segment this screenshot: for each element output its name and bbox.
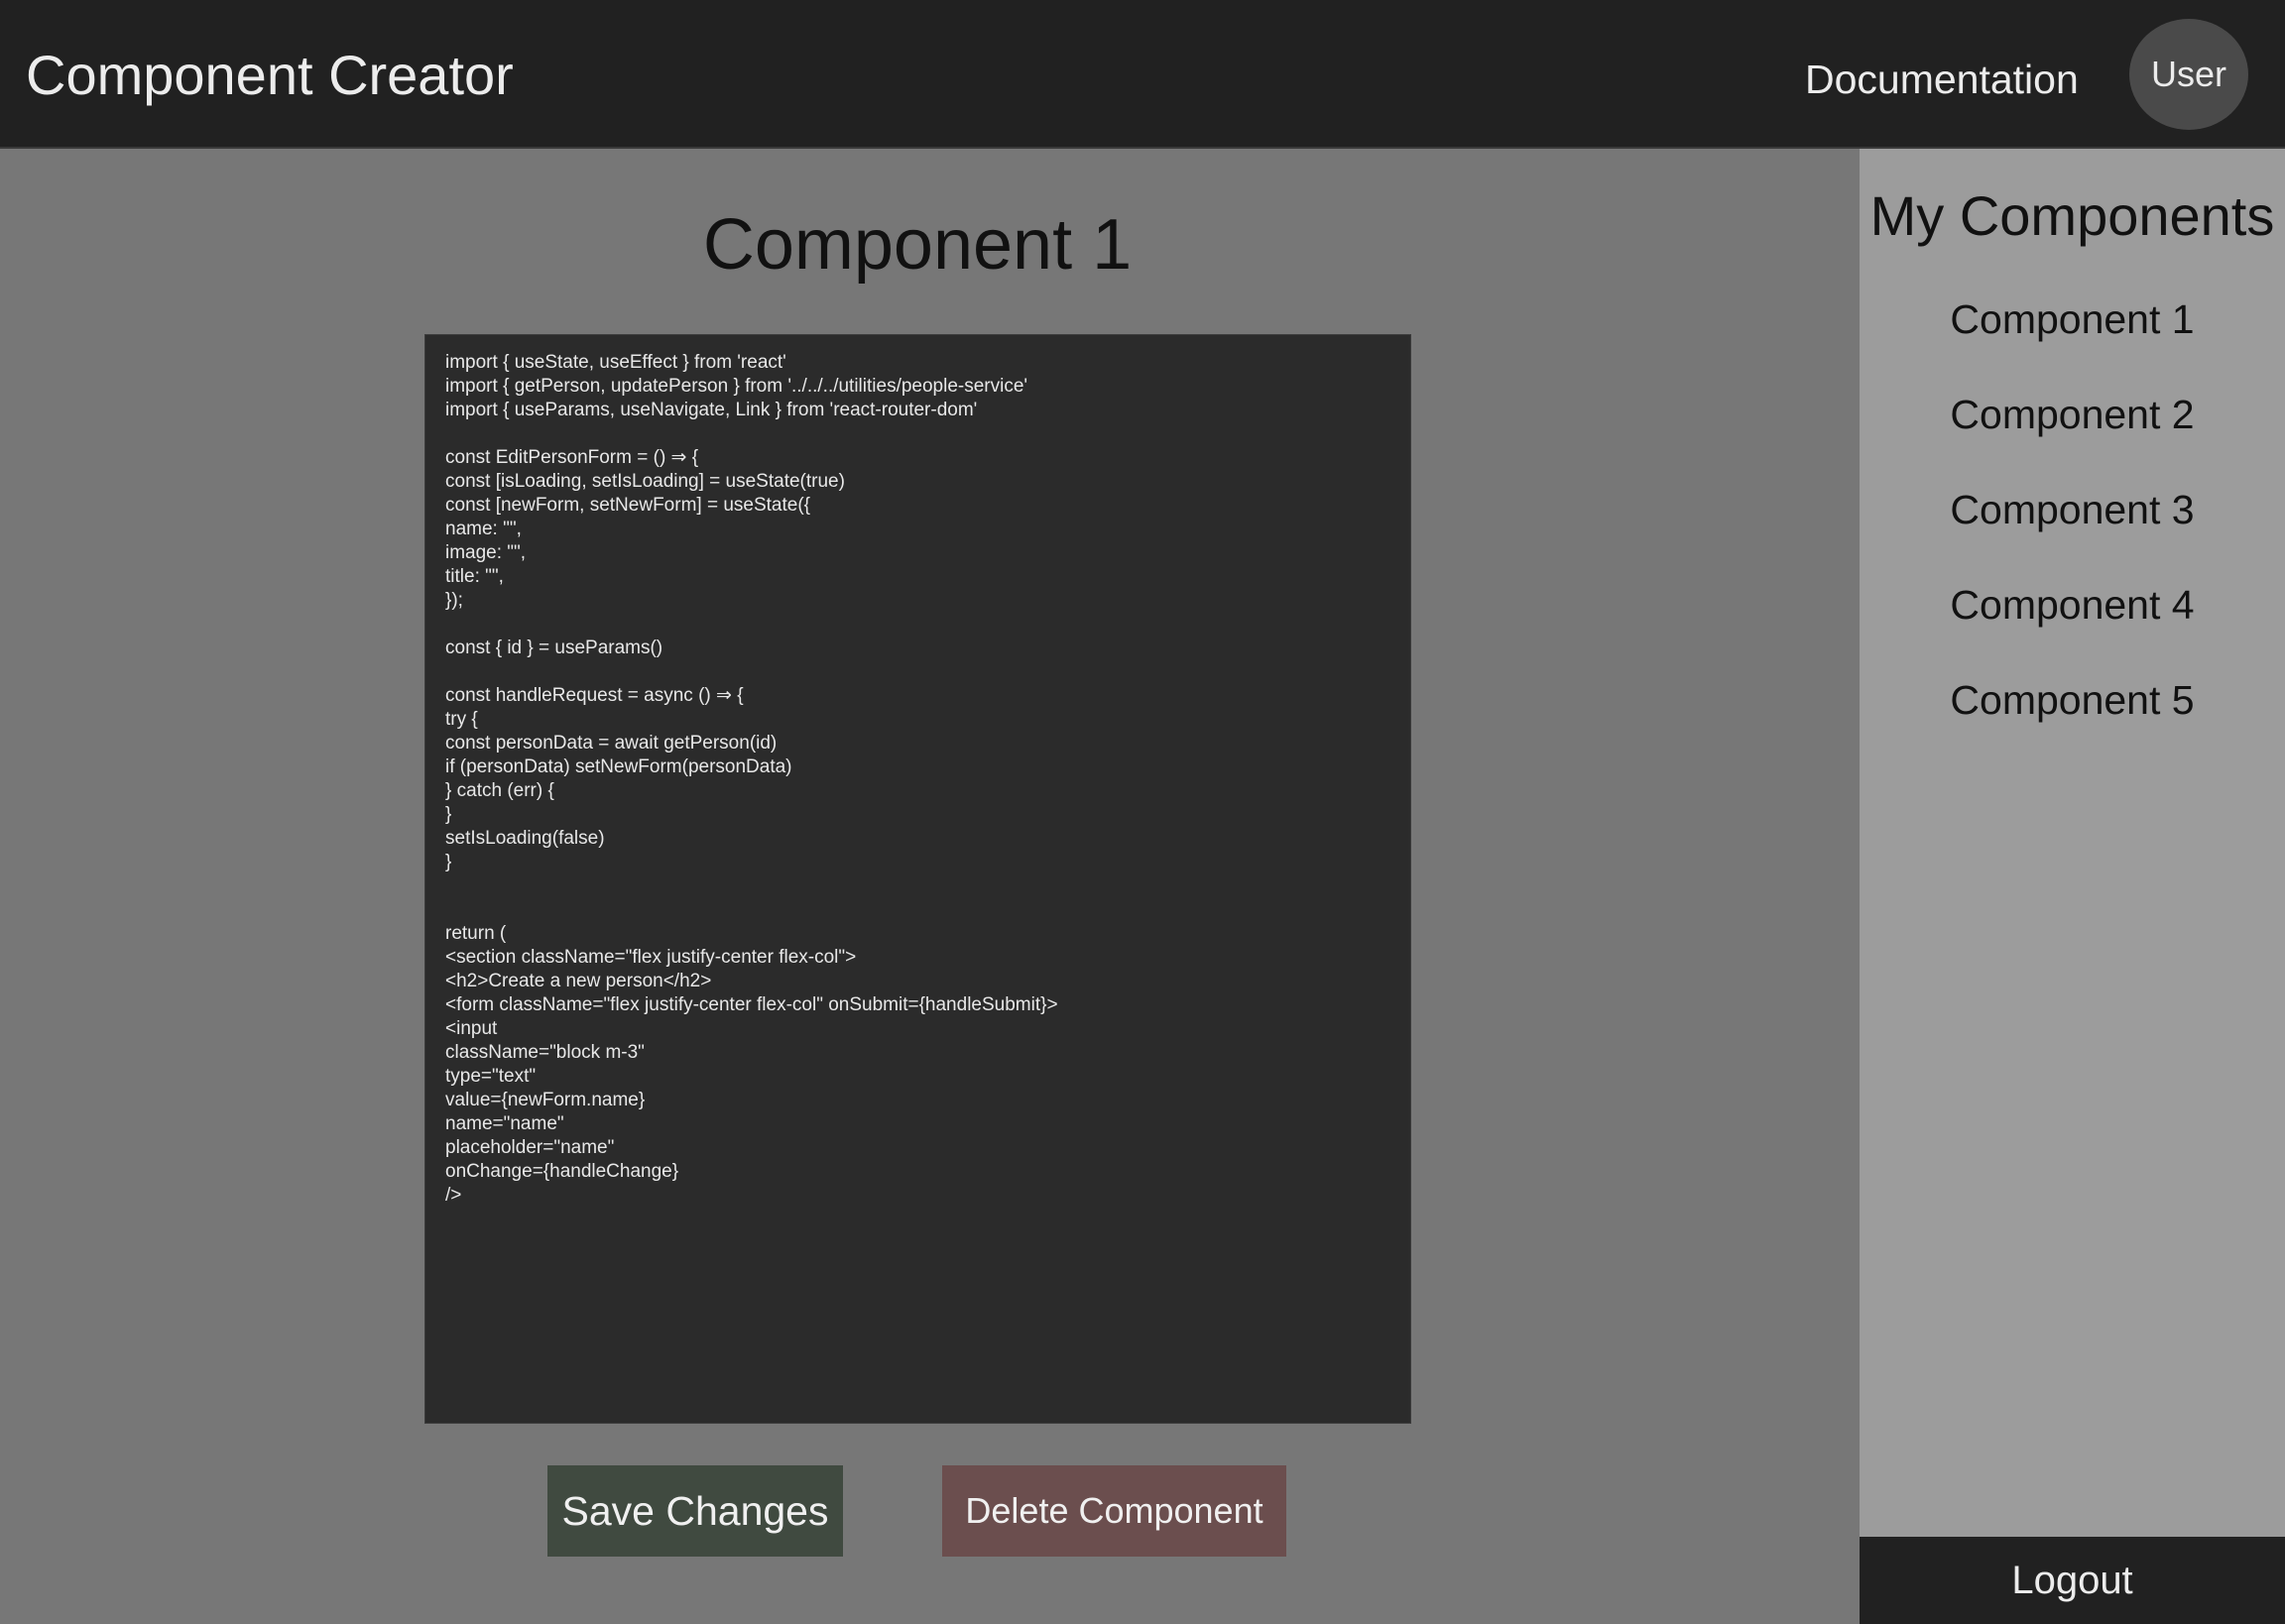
- sidebar-item-component-2[interactable]: Component 2: [1860, 387, 2285, 482]
- sidebar-item-component-4[interactable]: Component 4: [1860, 577, 2285, 672]
- logout-button[interactable]: Logout: [1860, 1537, 2285, 1624]
- sidebar-item-component-5[interactable]: Component 5: [1860, 672, 2285, 767]
- code-editor[interactable]: import { useState, useEffect } from 'rea…: [424, 334, 1411, 1424]
- delete-component-label: Delete Component: [965, 1490, 1263, 1531]
- user-label: User: [2150, 54, 2226, 94]
- sidebar-heading: My Components: [1869, 184, 2275, 247]
- save-changes-label: Save Changes: [561, 1487, 829, 1534]
- logout-label: Logout: [2011, 1558, 2133, 1602]
- code-content: import { useState, useEffect } from 'rea…: [445, 352, 1058, 1206]
- component-list: Component 1 Component 2 Component 3 Comp…: [1860, 291, 2285, 767]
- delete-component-button[interactable]: Delete Component: [942, 1465, 1286, 1557]
- component-title: Component 1: [702, 205, 1133, 285]
- components-sidebar: My Components Component 1 Component 2 Co…: [1860, 149, 2285, 1624]
- sidebar-item-component-3[interactable]: Component 3: [1860, 482, 2285, 577]
- user-avatar-button[interactable]: User: [2129, 19, 2248, 130]
- top-header: Component Creator Documentation User: [0, 0, 2285, 149]
- documentation-link[interactable]: Documentation: [1805, 56, 2079, 103]
- save-changes-button[interactable]: Save Changes: [547, 1465, 843, 1557]
- sidebar-item-component-1[interactable]: Component 1: [1860, 291, 2285, 387]
- app-title: Component Creator: [26, 44, 514, 106]
